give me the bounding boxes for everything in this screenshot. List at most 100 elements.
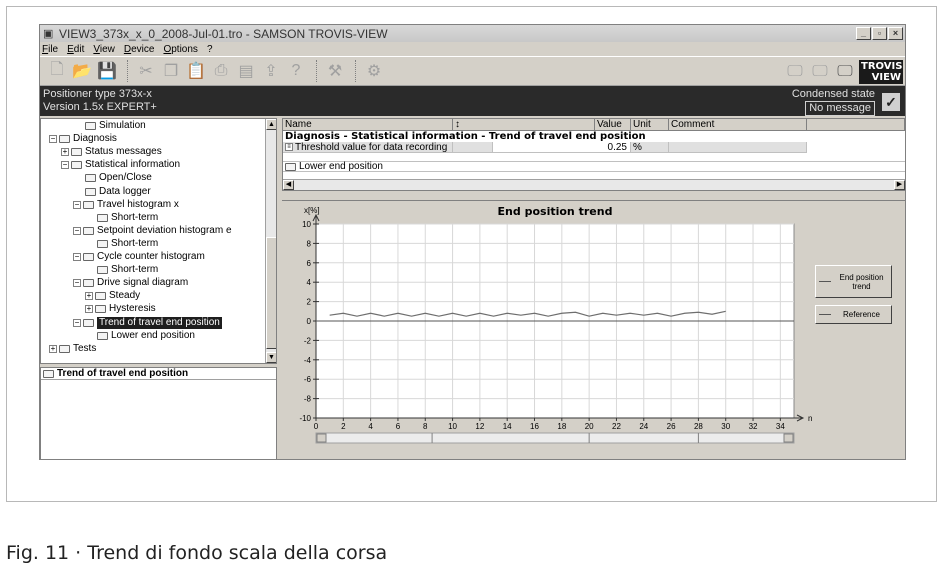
tree-item[interactable]: − Cycle counter histogram xyxy=(73,251,205,263)
tree-item[interactable]: Lower end position xyxy=(97,330,195,342)
sub-item-row[interactable]: Lower end position xyxy=(283,161,905,172)
scroll-left-arrow-icon[interactable]: ◀ xyxy=(283,180,294,190)
tree-item[interactable]: − Trend of travel end position xyxy=(73,316,222,329)
collapse-icon[interactable]: − xyxy=(49,135,57,144)
minimize-button[interactable]: _ xyxy=(856,27,871,40)
upload-icon[interactable]: ⇪ xyxy=(260,60,282,82)
tree-item[interactable]: Short-term xyxy=(97,212,158,224)
menu-options[interactable]: Options xyxy=(163,44,197,55)
x-tick-label: 30 xyxy=(721,422,730,431)
chart-panel: 0 2 4 6 8 10 12 14 16 18 20 22 24 26 28 30 32 34 10 8 6 4 2 0 -2… xyxy=(282,200,905,459)
tree-item[interactable]: − Drive signal diagram xyxy=(73,277,188,289)
row-unit-cell: % xyxy=(631,142,669,153)
parameter-icon: ≡ xyxy=(285,143,293,151)
row-value-cell[interactable]: 0.25 xyxy=(493,142,631,153)
app-icon: ▣ xyxy=(43,27,54,40)
row-comment-cell[interactable] xyxy=(669,142,807,153)
collapse-icon[interactable]: − xyxy=(73,253,81,261)
x-tick-label: 24 xyxy=(639,422,648,431)
menu-view[interactable]: View xyxy=(93,44,115,55)
y-tick-label: 2 xyxy=(307,298,312,307)
y-axis-label: x[%] xyxy=(304,206,320,215)
column-value[interactable]: Value xyxy=(595,119,631,130)
legend-swatch xyxy=(819,314,831,315)
open-icon[interactable]: 📂 xyxy=(71,60,93,82)
right-pane: Name ↕ Value Unit Comment Diagnosis - St… xyxy=(282,118,905,459)
toolbar-separator xyxy=(355,60,357,82)
expand-icon[interactable]: + xyxy=(49,344,57,353)
collapse-icon[interactable]: − xyxy=(73,279,81,288)
x-axis-label: n xyxy=(808,414,812,423)
tree-item[interactable]: Short-term xyxy=(97,264,158,276)
device-icon[interactable]: ⚙ xyxy=(363,60,385,82)
tree-item[interactable]: Simulation xyxy=(85,120,146,132)
tree-item-label: Statistical information xyxy=(85,159,181,171)
collapse-icon[interactable]: − xyxy=(73,318,81,327)
help-icon[interactable]: ? xyxy=(285,60,307,82)
window-title: VIEW3_373x_x_0_2008-Jul-01.tro - SAMSON … xyxy=(59,26,388,41)
legend-end-position-trend[interactable]: End position trend xyxy=(815,265,892,298)
close-button[interactable]: × xyxy=(888,27,903,40)
chart-scrollbar[interactable] xyxy=(315,432,795,444)
new-icon[interactable]: 🗋 xyxy=(46,60,68,82)
x-tick-label: 26 xyxy=(667,422,676,431)
maximize-button[interactable]: ▫ xyxy=(872,27,887,40)
x-tick-label: 10 xyxy=(448,422,457,431)
scroll-up-arrow-icon[interactable]: ▲ xyxy=(266,119,276,130)
y-tick-label: -6 xyxy=(304,375,312,384)
cut-icon[interactable]: ✂ xyxy=(135,60,157,82)
menu-device[interactable]: Device xyxy=(124,44,155,55)
print-icon[interactable]: ⎙ xyxy=(210,60,232,82)
x-tick-label: 20 xyxy=(585,422,594,431)
monitor-online-icon[interactable]: 🖵 xyxy=(834,61,856,83)
column-unit[interactable]: Unit xyxy=(631,119,669,130)
grid-horizontal-scrollbar[interactable]: ◀ ▶ xyxy=(283,179,905,190)
scroll-down-arrow-icon[interactable]: ▼ xyxy=(266,352,276,363)
device-info: Positioner type 373x-x Version 1.5x EXPE… xyxy=(43,88,157,114)
toolbar-separator xyxy=(127,60,129,82)
menu-help[interactable]: ? xyxy=(207,44,213,55)
collapse-icon[interactable]: − xyxy=(73,200,81,209)
legend-reference[interactable]: Reference xyxy=(815,305,892,324)
save-icon[interactable]: 💾 xyxy=(96,60,118,82)
tree-item-label: Steady xyxy=(109,290,141,302)
y-tick-label: 6 xyxy=(307,259,312,268)
tree-item[interactable]: + Hysteresis xyxy=(85,303,156,315)
table-row[interactable]: ≡ Threshold value for data recording 0.2… xyxy=(283,142,905,153)
tree-item[interactable]: + Steady xyxy=(85,290,140,302)
tree-scrollbar[interactable]: ▲ ▼ xyxy=(265,119,276,363)
column-sort[interactable]: ↕ xyxy=(453,119,595,130)
monitor-icon[interactable]: 🖵 xyxy=(809,61,831,83)
collapse-icon[interactable]: − xyxy=(73,226,81,235)
x-tick-label: 8 xyxy=(423,422,428,431)
folder-icon xyxy=(59,135,70,144)
tree-item-label: Setpoint deviation histogram e xyxy=(97,224,232,236)
menu-file[interactable]: File xyxy=(42,44,58,55)
tree-item[interactable]: Short-term xyxy=(97,238,158,250)
expand-icon[interactable]: + xyxy=(85,292,93,301)
tree-item[interactable]: − Setpoint deviation histogram e xyxy=(73,225,232,237)
copy-icon[interactable]: ❐ xyxy=(160,60,182,82)
column-comment[interactable]: Comment xyxy=(669,119,807,130)
edit-icon[interactable]: ▤ xyxy=(235,60,257,82)
expand-icon[interactable]: + xyxy=(61,148,69,157)
tree-item[interactable]: Data logger xyxy=(85,186,151,198)
tree-item[interactable]: Open/Close xyxy=(85,172,152,184)
tree-item[interactable]: − Statistical information xyxy=(61,159,180,171)
tools-icon[interactable]: ⚒ xyxy=(324,60,346,82)
tree-item[interactable]: + Tests xyxy=(49,343,96,355)
column-name[interactable]: Name xyxy=(283,119,453,130)
tree-item[interactable]: + Status messages xyxy=(61,146,162,158)
condensed-state-value: No message xyxy=(805,101,875,116)
y-tick-label: 4 xyxy=(307,278,312,287)
tree-item[interactable]: − Travel histogram x xyxy=(73,199,179,211)
y-tick-label: 0 xyxy=(307,317,312,326)
paste-icon[interactable]: 📋 xyxy=(185,60,207,82)
expand-icon[interactable]: + xyxy=(85,305,93,314)
scroll-thumb[interactable] xyxy=(266,237,276,349)
collapse-icon[interactable]: − xyxy=(61,161,69,170)
monitor-offline-icon[interactable]: 🖵 xyxy=(784,61,806,83)
scroll-right-arrow-icon[interactable]: ▶ xyxy=(894,180,905,190)
menu-edit[interactable]: Edit xyxy=(67,44,84,55)
tree-item[interactable]: − Diagnosis xyxy=(49,133,117,145)
